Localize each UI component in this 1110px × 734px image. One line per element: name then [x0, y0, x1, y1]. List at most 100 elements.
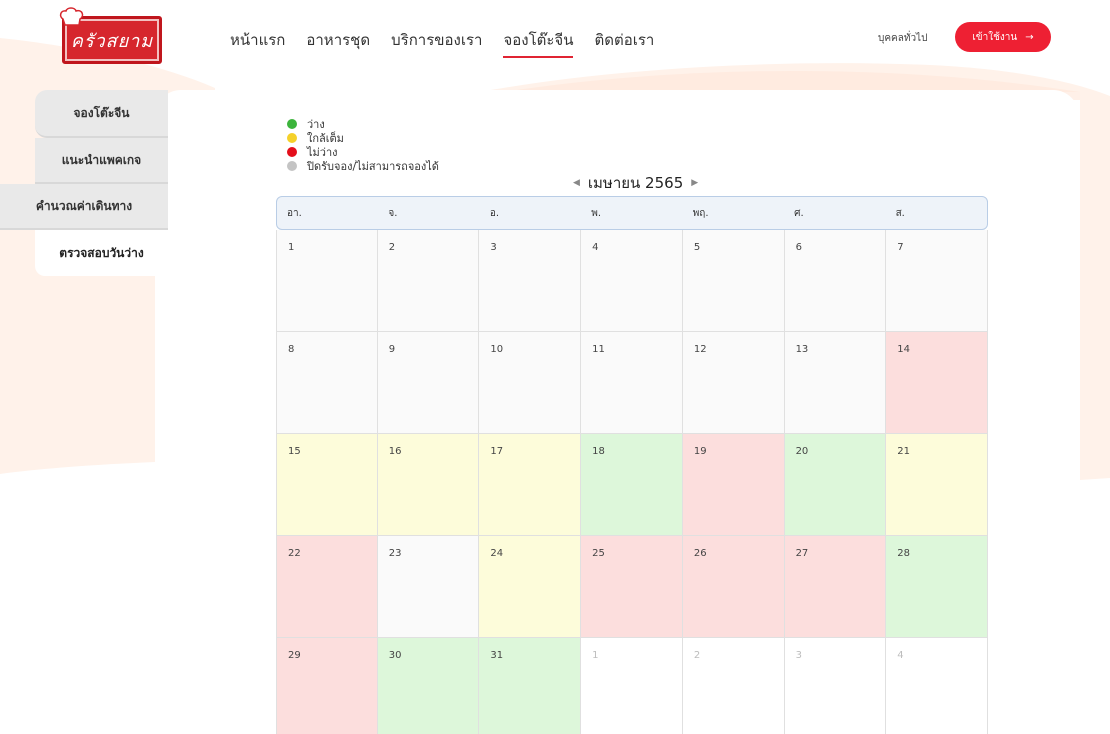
calendar-day-cell[interactable]: 28	[886, 536, 988, 638]
day-number: 3	[490, 242, 497, 253]
calendar-day-cell[interactable]: 20	[784, 434, 887, 536]
calendar-day-cell[interactable]: 27	[784, 536, 887, 638]
day-number: 14	[897, 344, 911, 355]
calendar-day-cell[interactable]: 17	[479, 434, 582, 536]
calendar-day-cell: 1	[581, 638, 683, 734]
calendar-day-cell[interactable]: 13	[784, 332, 887, 434]
day-number: 17	[490, 446, 504, 457]
calendar-grid: 1 2 3 4 5 6 7 8 9 10 11 12 13 14 15 16 17 18 19 20 21 22 23 24 2…	[276, 230, 988, 734]
nav-set-menu[interactable]: อาหารชุด	[306, 28, 370, 58]
day-number: 1	[592, 650, 599, 661]
calendar-day-cell[interactable]: 25	[581, 536, 683, 638]
calendar-day-cell[interactable]: 19	[682, 434, 785, 536]
month-selector: ◀ เมษายน 2565 ▶	[573, 171, 698, 195]
day-number: 4	[897, 650, 904, 661]
calendar-day-cell[interactable]: 29	[276, 638, 378, 734]
nav-book-table[interactable]: จองโต๊ะจีน	[503, 28, 574, 58]
day-number: 15	[288, 446, 301, 457]
nav-contact[interactable]: ติดต่อเรา	[594, 28, 654, 58]
day-number: 20	[795, 446, 809, 457]
weekday-label: ส.	[895, 207, 905, 219]
day-number: 31	[490, 650, 504, 661]
weekday-label: จ.	[388, 207, 398, 219]
calendar-day-cell[interactable]: 1	[276, 230, 378, 332]
caret-right-icon[interactable]: ▶	[691, 178, 698, 188]
status-legend: ว่าง ใกล้เต็ม ไม่ว่าง ปิดรับจอง/ไม่สามาร…	[287, 117, 439, 173]
day-number: 13	[795, 344, 809, 355]
calendar-day-cell[interactable]: 18	[581, 434, 683, 536]
logo[interactable]: ครัวสยาม	[59, 7, 162, 64]
calendar-day-cell[interactable]: 31	[479, 638, 582, 734]
sidebar-item-check-availability[interactable]: ตรวจสอบวันว่าง	[35, 230, 168, 276]
weekday-label: ศ.	[794, 207, 804, 219]
green-dot-icon	[287, 119, 297, 129]
red-dot-icon	[287, 147, 297, 157]
calendar-day-cell[interactable]: 26	[682, 536, 785, 638]
calendar-day-cell[interactable]: 12	[682, 332, 785, 434]
calendar-day-cell[interactable]: 2	[377, 230, 480, 332]
day-number: 5	[693, 242, 701, 253]
day-number: 8	[288, 344, 295, 355]
nav-home[interactable]: หน้าแรก	[230, 28, 285, 58]
calendar-day-cell[interactable]: 5	[682, 230, 785, 332]
user-type-link[interactable]: บุคคลทั่วไป	[878, 31, 927, 46]
day-number: 19	[693, 446, 707, 457]
day-number: 30	[388, 650, 402, 661]
caret-left-icon[interactable]: ◀	[573, 178, 580, 188]
calendar-day-cell[interactable]: 8	[276, 332, 378, 434]
calendar-day-cell[interactable]: 16	[377, 434, 480, 536]
day-number: 7	[897, 242, 904, 253]
calendar-day-cell[interactable]: 7	[886, 230, 988, 332]
sidebar-item-label: จองโต๊ะจีน	[73, 105, 130, 120]
logo-text: ครัวสยาม	[70, 30, 154, 52]
weekday-label: พฤ.	[692, 207, 709, 219]
login-button[interactable]: เข้าใช้งาน →	[955, 22, 1051, 52]
day-number: 6	[795, 242, 802, 253]
weekday-label: อา.	[287, 207, 302, 219]
day-number: 28	[897, 548, 911, 559]
day-number: 23	[388, 548, 402, 559]
calendar-day-cell[interactable]: 15	[276, 434, 378, 536]
day-number: 1	[288, 242, 295, 253]
day-number: 22	[288, 548, 301, 559]
day-number: 2	[388, 242, 396, 253]
calendar-day-cell[interactable]: 22	[276, 536, 378, 638]
day-number: 21	[897, 446, 911, 457]
day-number: 4	[592, 242, 599, 253]
calendar-day-cell[interactable]: 30	[377, 638, 480, 734]
calendar-day-cell[interactable]: 11	[581, 332, 683, 434]
calendar-day-cell[interactable]: 10	[479, 332, 582, 434]
day-number: 18	[592, 446, 605, 457]
site-header: ครัวสยาม หน้าแรก อาหารชุด บริการของเรา จ…	[0, 0, 1110, 78]
month-title: เมษายน 2565	[587, 174, 684, 192]
arrow-right-icon: →	[1025, 31, 1034, 43]
calendar-day-cell[interactable]: 23	[377, 536, 480, 638]
legend-item-closed: ปิดรับจอง/ไม่สามารถจองได้	[287, 159, 439, 173]
login-button-label: เข้าใช้งาน	[972, 31, 1018, 43]
calendar-day-cell[interactable]: 3	[479, 230, 582, 332]
calendar-day-cell[interactable]: 4	[581, 230, 683, 332]
day-number: 27	[795, 548, 809, 559]
calendar-day-cell: 3	[784, 638, 887, 734]
nav-services[interactable]: บริการของเรา	[391, 28, 482, 58]
calendar-day-cell: 4	[886, 638, 988, 734]
sidebar-item-label: ตรวจสอบวันว่าง	[59, 245, 144, 260]
day-number: 11	[592, 344, 605, 355]
calendar-day-cell[interactable]: 6	[784, 230, 887, 332]
chef-hat-icon	[59, 7, 84, 26]
sidebar-item-packages[interactable]: แนะนำแพคเกจ	[35, 138, 168, 184]
sidebar-item-book-table[interactable]: จองโต๊ะจีน	[35, 90, 168, 138]
yellow-dot-icon	[287, 133, 297, 143]
day-number: 25	[592, 548, 605, 559]
calendar-weekday-header: อา. จ. อ. พ. พฤ. ศ. ส.	[276, 196, 988, 230]
day-number: 9	[388, 344, 396, 355]
gray-dot-icon	[287, 161, 297, 171]
calendar-day-cell[interactable]: 24	[479, 536, 582, 638]
calendar-day-cell[interactable]: 21	[886, 434, 988, 536]
calendar-day-cell[interactable]: 9	[377, 332, 480, 434]
calendar-day-cell[interactable]: 14	[886, 332, 988, 434]
sidebar-item-travel-cost[interactable]: คำนวณค่าเดินทาง	[0, 184, 168, 230]
day-number: 3	[795, 650, 802, 661]
weekday-label: อ.	[489, 207, 500, 219]
day-number: 16	[388, 446, 402, 457]
